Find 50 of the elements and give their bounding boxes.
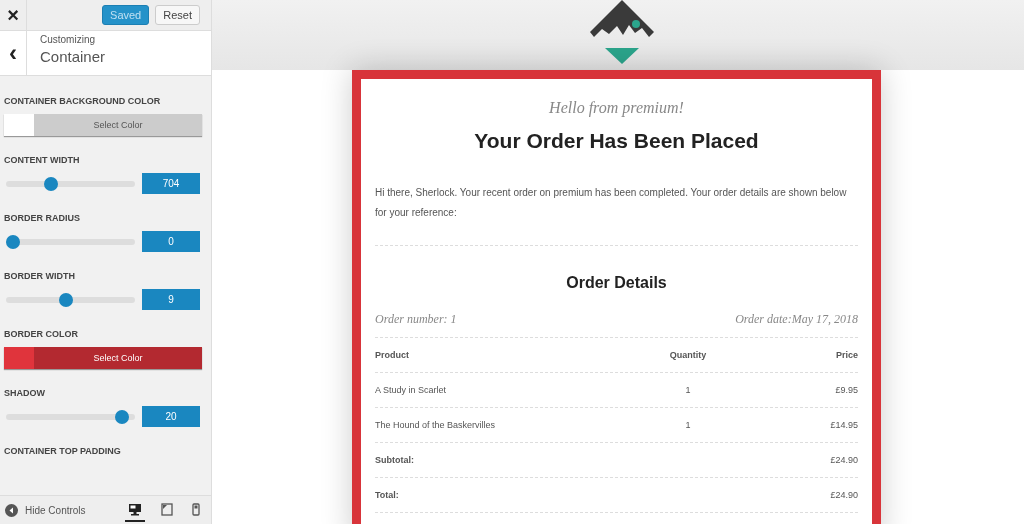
slider-thumb[interactable] <box>43 176 58 191</box>
slider-thumb[interactable] <box>6 234 20 249</box>
control-label: BORDER RADIUS <box>4 213 81 223</box>
reset-button[interactable]: Reset <box>155 5 200 25</box>
collapse-icon <box>5 503 18 517</box>
control-label: CONTAINER TOP PADDING <box>4 446 122 456</box>
phone-icon <box>192 502 200 516</box>
column-header: Quantity <box>668 350 708 360</box>
control-label: SHADOW <box>4 388 46 398</box>
table-cell-text: 1 <box>684 385 692 395</box>
total-value: £24.90 <box>829 490 858 500</box>
slider-thumb[interactable] <box>115 409 130 424</box>
table-cell-text: £9.95 <box>834 385 858 395</box>
order-date: Order date:May 17, 2018 <box>735 312 858 327</box>
color-picker-button[interactable]: Select Color <box>4 114 202 136</box>
value-field[interactable]: 9 <box>142 289 200 310</box>
table-cell-text: The Hound of the Baskervilles <box>375 420 497 430</box>
hide-controls-button[interactable]: Hide Controls <box>5 503 86 517</box>
tablet-icon <box>161 502 173 516</box>
total-label: Subtotal: <box>375 455 415 465</box>
slider-thumb[interactable] <box>58 292 73 307</box>
control-label: CONTENT WIDTH <box>4 155 81 165</box>
back-button[interactable]: ‹ <box>0 31 27 75</box>
control-label: BORDER WIDTH <box>4 271 76 281</box>
color-picker-button[interactable]: Select Color <box>4 347 202 369</box>
panel-title: Container <box>40 48 106 65</box>
section-heading: Order Details <box>565 274 668 292</box>
monitor-icon <box>128 502 142 516</box>
slider[interactable] <box>6 234 135 249</box>
control-label: CONTAINER BACKGROUND COLOR <box>4 96 162 106</box>
saved-button[interactable]: Saved <box>102 5 150 25</box>
column-header: Product <box>375 350 410 360</box>
control-label: BORDER COLOR <box>4 329 79 339</box>
intro-paragraph: Hi there, Sherlock. Your recent order on premium has been completed. Your order details are shown below for your reference: <box>375 186 848 220</box>
column-header: Price <box>834 350 858 360</box>
total-value: £24.90 <box>829 455 858 465</box>
value-field[interactable]: 0 <box>142 231 200 252</box>
breadcrumb-text: Customizing <box>40 34 97 45</box>
slider[interactable] <box>6 409 135 424</box>
table-cell-text: £14.95 <box>829 420 858 430</box>
slider[interactable] <box>6 292 135 307</box>
table-cell-text: 1 <box>684 420 692 430</box>
value-field[interactable]: 20 <box>142 406 200 427</box>
value-field[interactable]: 704 <box>142 173 200 194</box>
slider[interactable] <box>6 176 135 191</box>
total-label: Total: <box>375 490 400 500</box>
greeting-text: Hello from premium! <box>548 99 685 117</box>
order-number: Order number: 1 <box>375 312 457 327</box>
table-cell-text: A Study in Scarlet <box>375 385 448 395</box>
email-heading: Your Order Has Been Placed <box>473 129 760 153</box>
